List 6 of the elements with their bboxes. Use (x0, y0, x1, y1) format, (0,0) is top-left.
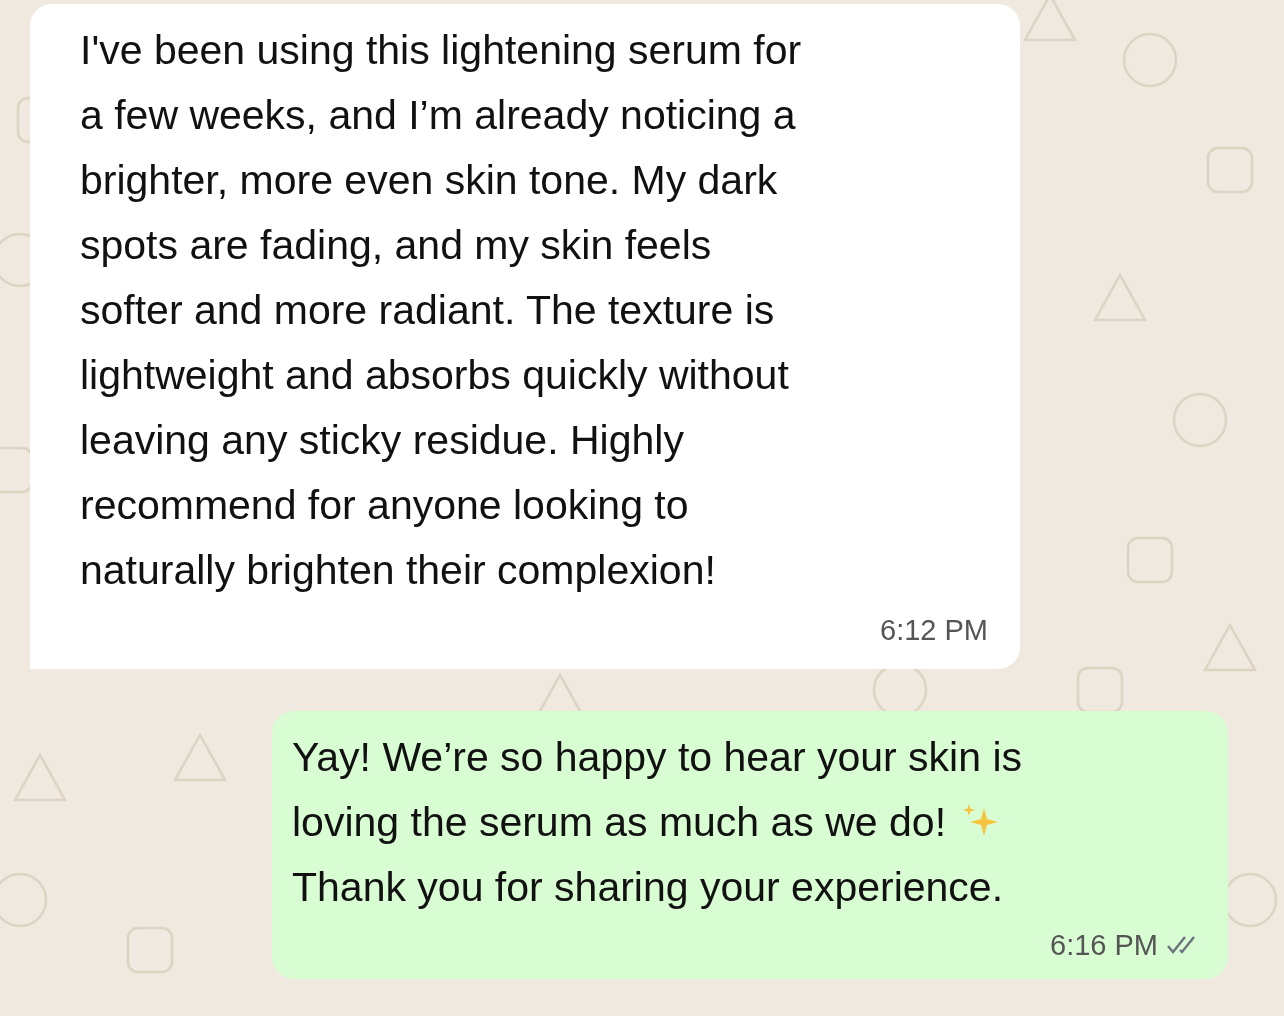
message-text-line: Thank you for sharing your experience. (292, 862, 1004, 912)
message-text-line: Yay! We’re so happy to hear your skin is (292, 732, 1022, 782)
message-text-line: loving the serum as much as we do! (292, 797, 947, 847)
message-text: I've been using this lightening serum for a few weeks, and I’m already noticing a brighter, more even skin tone. My dark spots are fading, and my skin feels softer and more radiant. The texture is lightweight and absorbs quickly without leaving any sticky residue. Highly recommend for anyone looking to naturally brighten their complexion! (80, 26, 803, 595)
message-time: 6:16 PM (1050, 927, 1158, 963)
message-time: 6:12 PM (880, 613, 988, 648)
